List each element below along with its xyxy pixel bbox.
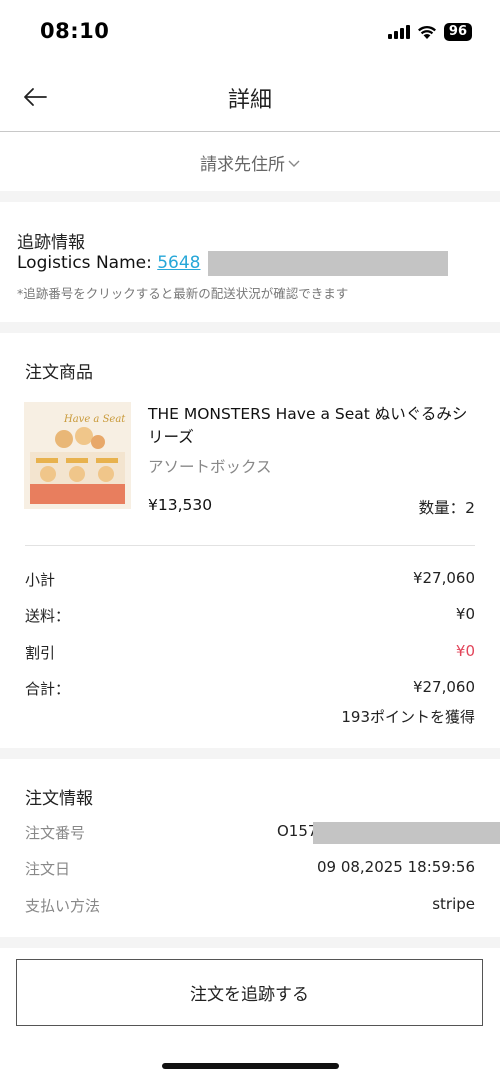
product-image-logo-text: Have a Seat — [63, 414, 126, 425]
logistics-line: Logistics Name: 5648 — [17, 253, 201, 273]
section-divider — [0, 191, 500, 202]
nav-bar: 詳細 — [0, 62, 500, 132]
redacted-tracking-number — [208, 251, 448, 276]
shipping-label: 送料： — [25, 607, 71, 625]
order-date-row: 注文日 09 08,2025 18:59:56 — [25, 858, 475, 880]
track-order-button[interactable]: 注文を追跡する — [16, 959, 483, 1026]
discount-row: 割引 ¥0 — [25, 642, 475, 664]
payment-method-value: stripe — [432, 895, 475, 913]
order-date-value: 09 08,2025 18:59:56 — [316, 858, 475, 876]
tracking-section: 追跡情報 Logistics Name: 5648 *追跡番号をクリックすると最… — [0, 202, 500, 322]
shipping-row: 送料： ¥0 — [25, 605, 475, 627]
product-image: Have a Seat — [24, 402, 131, 509]
billing-address-label: 請求先住所 — [200, 154, 285, 175]
total-value: ¥27,060 — [412, 678, 475, 696]
products-title: 注文商品 — [25, 363, 93, 383]
section-divider — [0, 937, 500, 948]
total-label: 合計： — [25, 680, 71, 698]
discount-label: 割引 — [25, 644, 56, 662]
subtotal-label: 小計 — [25, 571, 56, 589]
subtotal-row: 小計 ¥27,060 — [25, 569, 475, 591]
total-row: 合計： ¥27,060 — [25, 678, 475, 700]
billing-address-toggle[interactable]: 請求先住所 — [0, 133, 500, 191]
tracking-title: 追跡情報 — [17, 233, 85, 253]
redacted-order-number — [313, 822, 500, 844]
tracking-note: *追跡番号をクリックすると最新の配送状況が確認できます — [17, 286, 349, 301]
order-info-section: 注文情報 注文番号 O157 注文日 09 08,2025 18:59:56 支… — [0, 759, 500, 937]
discount-value: ¥0 — [455, 642, 475, 660]
status-bar: 08:10 96 — [0, 0, 500, 62]
battery-icon: 96 — [443, 23, 472, 41]
tracking-number-link[interactable]: 5648 — [157, 253, 200, 273]
order-number-value: O157 — [277, 822, 318, 840]
points-earned: 193ポイントを獲得 — [341, 708, 475, 726]
product-variant: アソートボックス — [148, 458, 272, 476]
product-price: ¥13,530 — [148, 496, 213, 514]
chevron-down-icon — [288, 160, 300, 167]
shipping-value: ¥0 — [455, 605, 475, 623]
products-section: 注文商品 Have a Seat THE MONSTERS Have a Sea… — [0, 333, 500, 748]
order-info-title: 注文情報 — [25, 789, 93, 809]
order-date-label: 注文日 — [25, 860, 71, 878]
product-thumbnail[interactable]: Have a Seat — [24, 402, 131, 509]
status-time: 08:10 — [40, 19, 110, 43]
product-name[interactable]: THE MONSTERS Have a Seat ぬいぐるみシリーズ — [148, 403, 478, 449]
summary-divider — [25, 545, 475, 546]
payment-method-label: 支払い方法 — [25, 897, 101, 915]
status-icons: 96 — [387, 22, 472, 42]
order-number-label: 注文番号 — [25, 824, 86, 842]
page-title: 詳細 — [227, 88, 272, 113]
wifi-icon — [417, 25, 436, 39]
section-divider — [0, 748, 500, 759]
cellular-signal-icon — [387, 25, 410, 39]
product-quantity: 数量：2 — [418, 499, 475, 517]
subtotal-value: ¥27,060 — [412, 569, 475, 587]
payment-method-row: 支払い方法 stripe — [25, 895, 475, 917]
home-indicator[interactable] — [162, 1063, 339, 1069]
section-divider — [0, 322, 500, 333]
logistics-label: Logistics Name: — [17, 253, 158, 273]
